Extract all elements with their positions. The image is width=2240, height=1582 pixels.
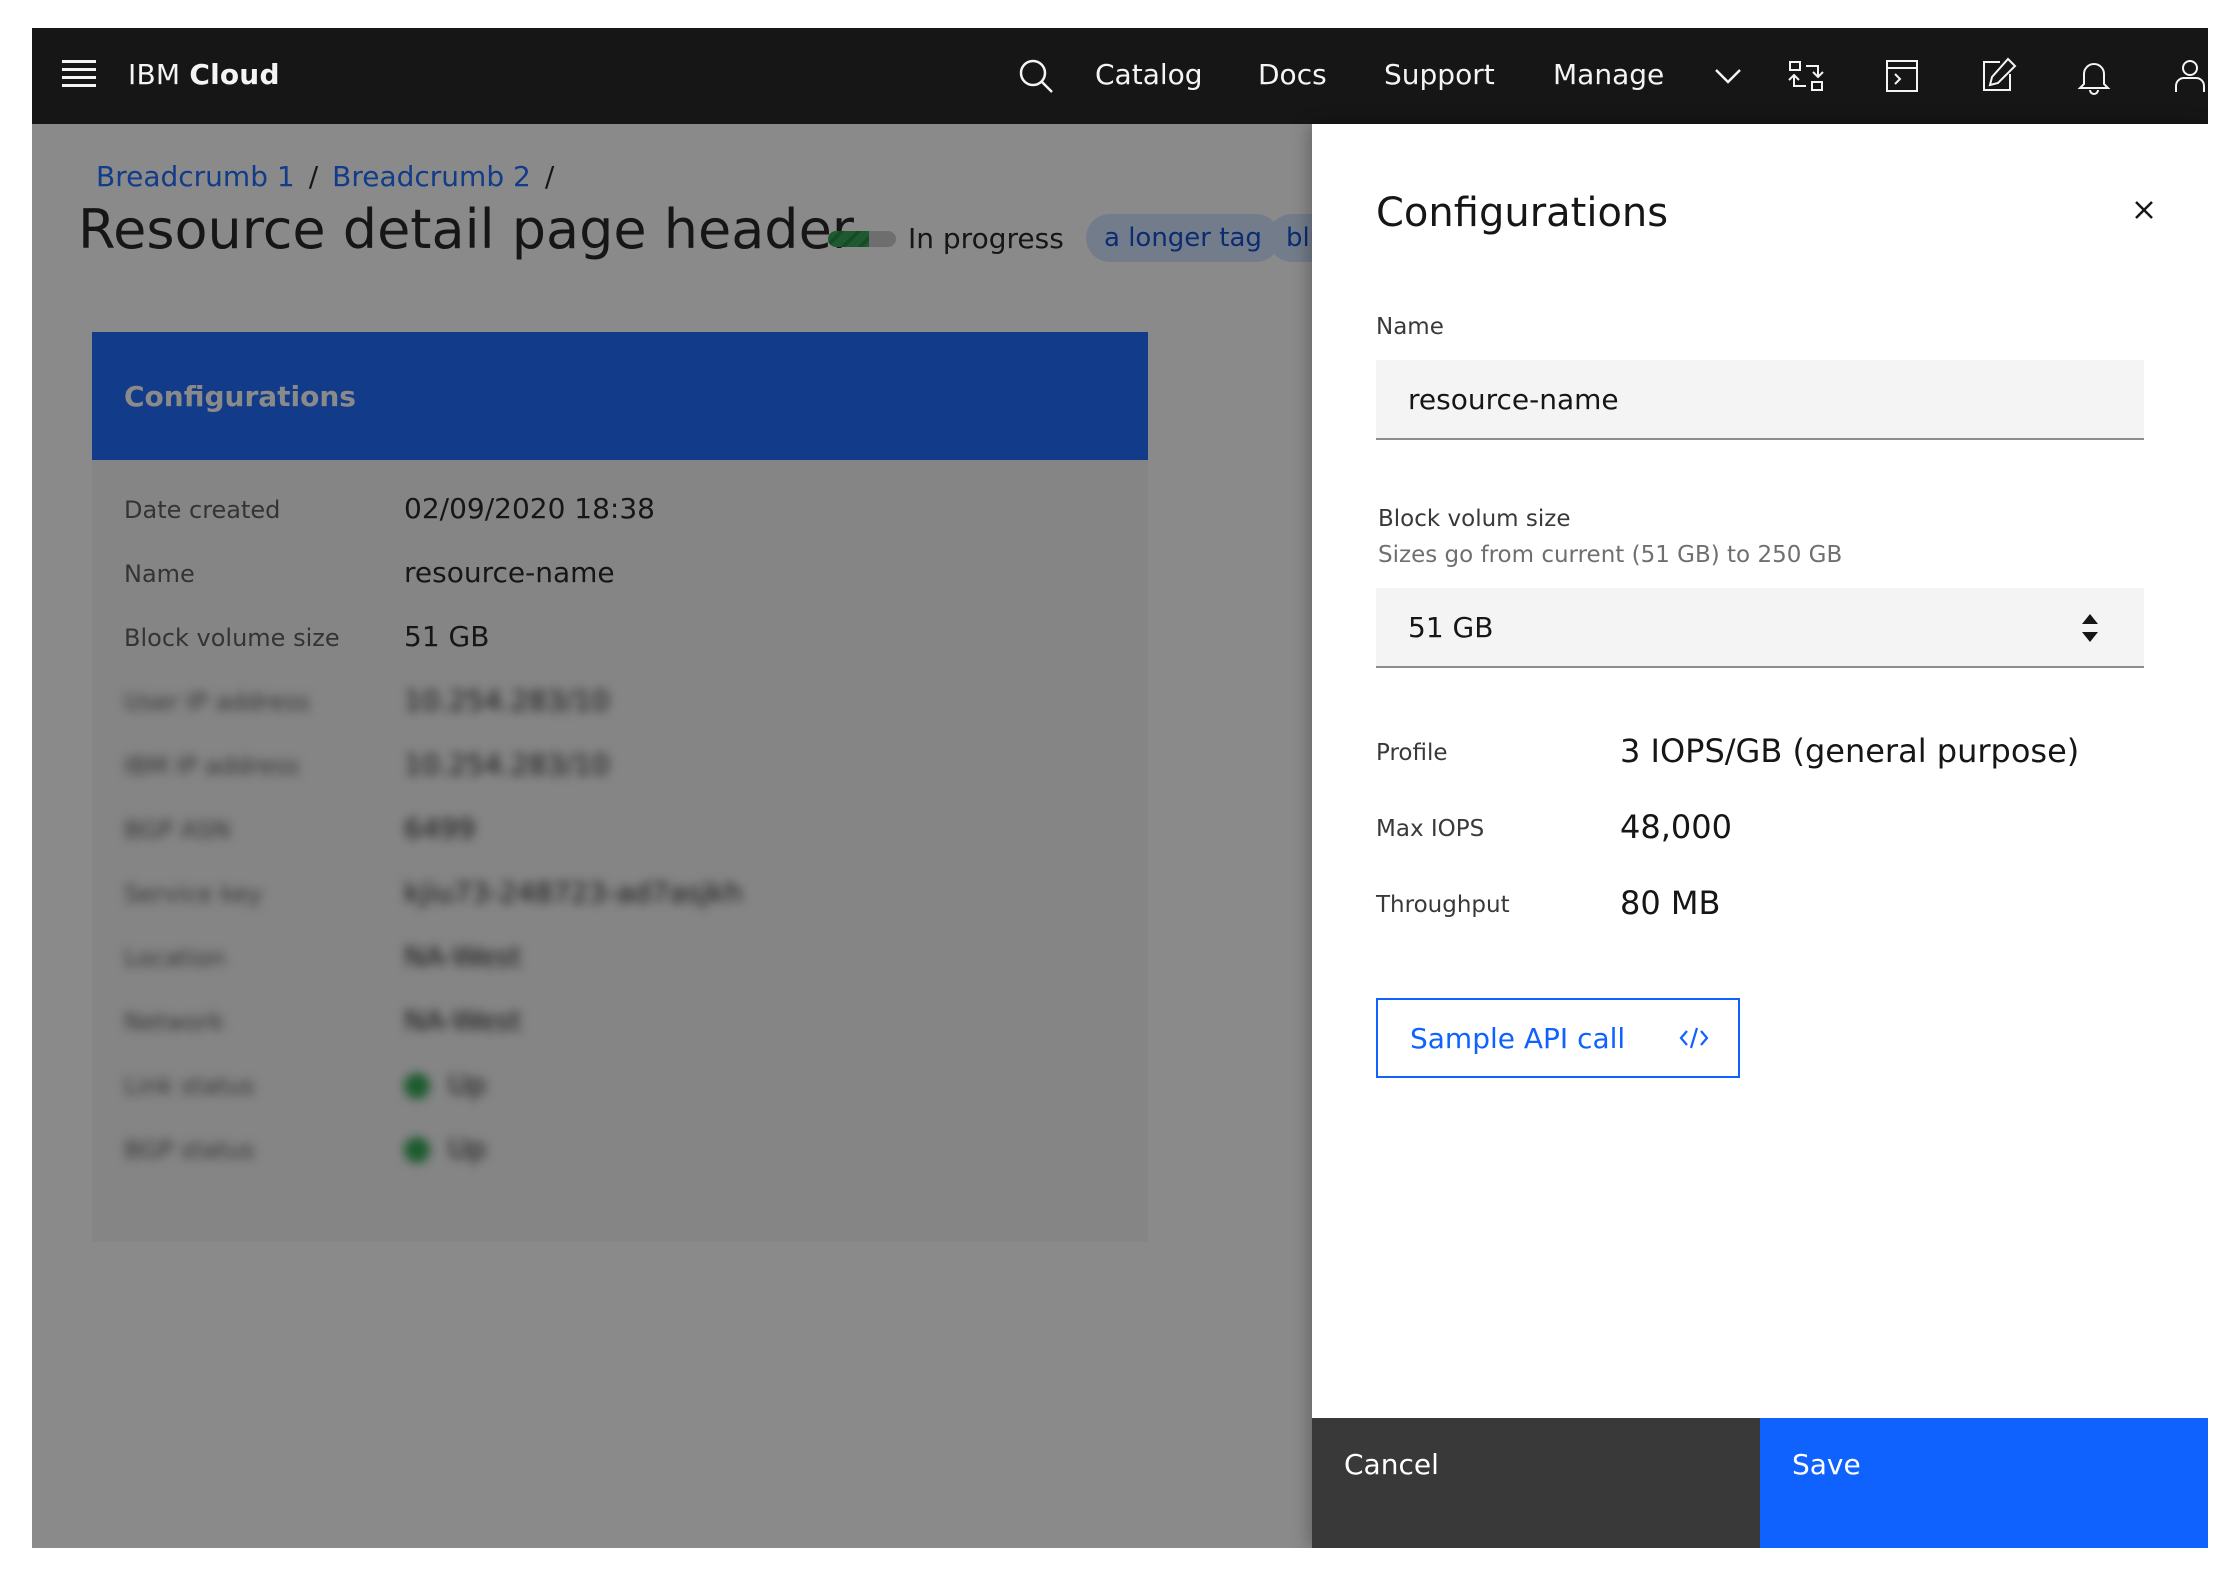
save-button[interactable]: Save xyxy=(1760,1418,2208,1548)
brand-name[interactable]: IBM Cloud xyxy=(128,58,280,91)
notification-icon[interactable] xyxy=(2072,54,2116,98)
stepper-arrows-icon[interactable] xyxy=(2072,608,2108,648)
profile-value: 3 IOPS/GB (general purpose) xyxy=(1620,732,2080,770)
panel-title: Configurations xyxy=(1376,190,1669,236)
name-field-label: Name xyxy=(1376,314,1444,340)
chevron-down-icon[interactable] xyxy=(1706,54,1750,98)
configurations-side-panel: Configurations Name Block volum size Siz… xyxy=(1312,124,2208,1548)
global-header: IBM Cloud Catalog Docs Support Manage xyxy=(32,28,2208,124)
app-window: IBM Cloud Catalog Docs Support Manage Co… xyxy=(32,28,2208,1548)
throughput-label: Throughput xyxy=(1376,892,1510,918)
sample-api-call-label: Sample API call xyxy=(1410,1022,1626,1055)
code-icon xyxy=(1679,1027,1709,1049)
nav-link-docs[interactable]: Docs xyxy=(1258,58,1327,91)
block-size-number-input[interactable] xyxy=(1376,588,2144,668)
sample-api-call-button[interactable]: Sample API call xyxy=(1376,998,1740,1078)
block-size-helper-text: Sizes go from current (51 GB) to 250 GB xyxy=(1378,542,1843,568)
block-size-label: Block volum size xyxy=(1378,506,1571,532)
edit-icon[interactable] xyxy=(1976,54,2020,98)
nav-link-manage[interactable]: Manage xyxy=(1553,58,1664,91)
user-icon[interactable] xyxy=(2168,54,2208,98)
nav-link-support[interactable]: Support xyxy=(1384,58,1495,91)
max-iops-value: 48,000 xyxy=(1620,808,1732,846)
name-input[interactable] xyxy=(1376,360,2144,440)
nav-link-catalog[interactable]: Catalog xyxy=(1095,58,1203,91)
throughput-value: 80 MB xyxy=(1620,884,1721,922)
switcher-icon[interactable] xyxy=(1784,54,1828,98)
hamburger-menu-icon[interactable] xyxy=(62,60,96,92)
close-icon[interactable] xyxy=(2122,188,2166,232)
cancel-button[interactable]: Cancel xyxy=(1312,1418,1760,1548)
profile-label: Profile xyxy=(1376,740,1448,766)
max-iops-label: Max IOPS xyxy=(1376,816,1485,842)
search-icon[interactable] xyxy=(1014,54,1058,98)
terminal-icon[interactable] xyxy=(1880,54,1924,98)
